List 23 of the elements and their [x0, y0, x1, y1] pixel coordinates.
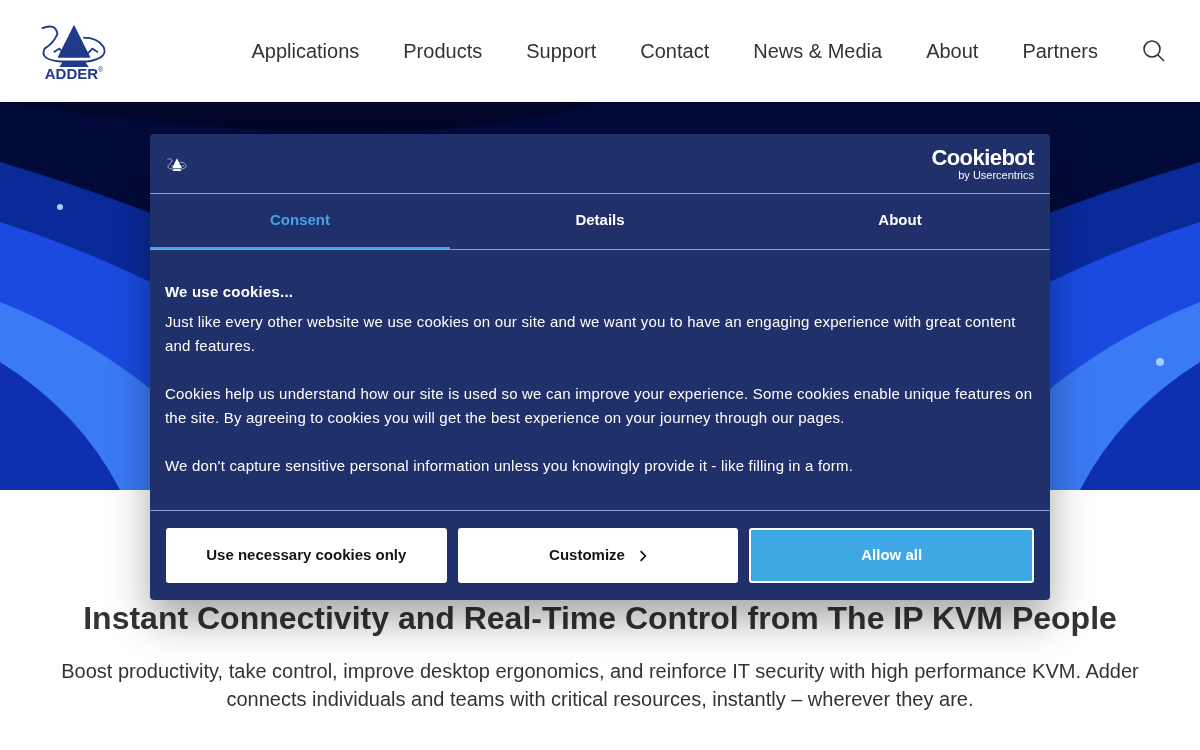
nav-link[interactable]: News & Media [753, 36, 883, 66]
search-icon[interactable] [1142, 39, 1166, 63]
consent-button[interactable]: Use necessary cookies only [166, 528, 447, 583]
nav-link[interactable]: Contact [640, 36, 710, 66]
consent-button[interactable]: Customize [457, 528, 739, 583]
dialog-title: We use cookies... [165, 282, 295, 302]
intro-text: Boost productivity, take control, improve desktop ergonomics, and reinforce IT security with high performance KVM. Adder connects individuals and teams with critical resources, instantly – wherever they are. [60, 659, 1140, 712]
dialog-tab[interactable]: About [750, 194, 1050, 249]
chevron-icon [638, 549, 647, 562]
dialog-tab[interactable]: Consent [150, 194, 450, 249]
nav-link[interactable]: Products [403, 36, 483, 66]
nav-link[interactable]: Partners [1022, 36, 1098, 66]
nav-link[interactable]: About [926, 36, 979, 66]
intro-heading: Instant Connectivity and Real-Time Control from The IP KVM People [83, 599, 1117, 638]
logo-text: ADDER [44, 66, 99, 81]
dialog-tab[interactable]: Details [450, 194, 750, 249]
brand-name: Cookiebot [931, 146, 1034, 169]
nav-link[interactable]: Applications [251, 36, 360, 66]
dialog-paragraph: Cookies help us understand how our site is used so we can improve your experience. Some cookies enable unique features on the site. By agreeing to cookies you will get the best experience on your journey through our pages. [165, 384, 1034, 428]
dialog-paragraph: We don't capture sensitive personal information unless you knowingly provide it - like filling in a form. [165, 456, 855, 476]
nav-link[interactable]: Support [526, 36, 597, 66]
brand-byline: by Usercentrics [958, 168, 1034, 181]
dialog-paragraph: Just like every other website we use cookies on our site and we want you to have an engaging experience with great content and features. [165, 312, 1017, 356]
